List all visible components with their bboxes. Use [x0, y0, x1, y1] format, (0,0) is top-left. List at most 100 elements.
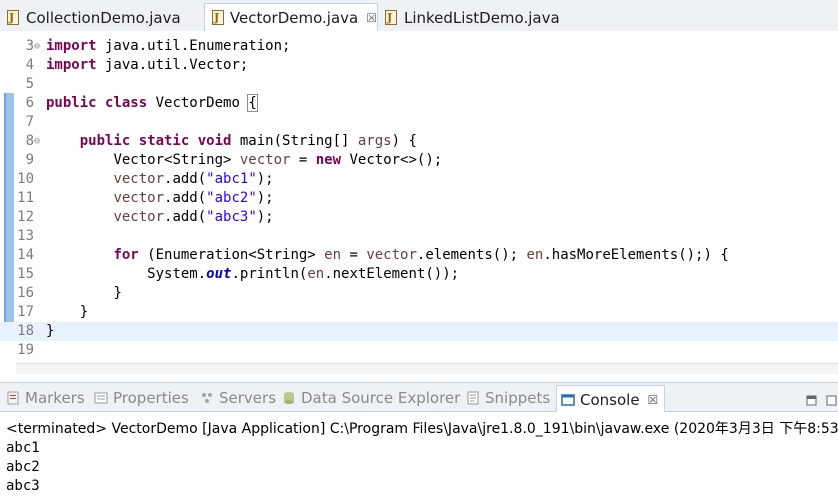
code-line: 9 Vector<String> vector = new Vector<>()… [0, 151, 838, 170]
code-line: 4 import java.util.Vector; [0, 56, 838, 75]
properties-icon [94, 391, 108, 405]
console-output-line: abc1 [6, 440, 40, 456]
tab-label: Markers [25, 389, 85, 407]
code-line: 7 [0, 113, 838, 132]
local-variable: vector [113, 171, 165, 187]
java-file-icon: J [6, 9, 20, 26]
code-line-current: 18 } [0, 322, 838, 341]
code-text: .add( [164, 171, 207, 187]
keyword: import [46, 57, 97, 73]
tab-markers[interactable]: Markers [6, 387, 85, 409]
datasource-icon [282, 391, 296, 405]
code-line: 6 public class VectorDemo { [0, 94, 838, 113]
tab-collectiondemo[interactable]: J CollectionDemo.java [0, 4, 204, 31]
tab-data-source-explorer[interactable]: Data Source Explorer [282, 387, 460, 409]
tab-label: Data Source Explorer [301, 389, 461, 407]
line-number: 19 [17, 342, 34, 358]
java-file-icon: J [211, 9, 224, 26]
code-editor[interactable]: 3 ⊖ import java.util.Enumeration; 4 impo… [0, 31, 838, 374]
code-text: .add( [164, 209, 207, 225]
line-number: 11 [17, 190, 34, 206]
code-line: 13 [0, 227, 838, 246]
line-number: 15 [17, 266, 34, 282]
tab-linkedlistdemo[interactable]: J LinkedListDemo.java [378, 4, 578, 31]
code-text: = [290, 152, 316, 168]
line-number: 13 [17, 228, 34, 244]
code-line: 16 } [0, 284, 838, 303]
code-text: = [341, 247, 367, 263]
maximize-icon[interactable] [826, 391, 837, 406]
code-text: Vector<>(); [341, 152, 443, 168]
code-line: 14 for (Enumeration<String> en = vector.… [0, 246, 838, 265]
static-field: out [206, 266, 232, 282]
code-text: main(String[] [231, 133, 358, 149]
tab-label: Servers [219, 389, 277, 407]
keyword: new [315, 152, 342, 168]
code-line: 3 ⊖ import java.util.Enumeration; [0, 37, 838, 56]
line-number: 8 [25, 133, 34, 149]
line-number: 17 [17, 304, 34, 320]
string-literal: "abc2" [206, 190, 257, 206]
code-text: Vector<String> [113, 152, 240, 168]
string-literal: "abc1" [206, 171, 257, 187]
local-variable: en [526, 247, 544, 263]
code-text: .nextElement()); [324, 266, 460, 282]
tab-label: CollectionDemo.java [26, 8, 181, 27]
code-text: ); [256, 190, 274, 206]
code-text: ); [256, 171, 274, 187]
code-text: .hasMoreElements();) { [543, 247, 729, 263]
servers-icon [200, 391, 214, 405]
line-number: 18 [17, 323, 34, 339]
close-icon[interactable]: ☒ [648, 393, 659, 407]
code-text: } [113, 285, 122, 301]
tab-servers[interactable]: Servers [200, 387, 276, 409]
code-text: ) { [391, 133, 417, 149]
code-line: 15 System.out.println(en.nextElement()); [0, 265, 838, 284]
line-number: 9 [25, 152, 34, 168]
console-output-line: abc2 [6, 459, 40, 475]
console-view[interactable]: <terminated> VectorDemo [Java Applicatio… [0, 412, 838, 501]
line-number: 6 [25, 95, 34, 111]
code-text: .elements(); [416, 247, 527, 263]
line-number: 5 [25, 76, 34, 92]
code-line: 8 ⊖ public static void main(String[] arg… [0, 132, 838, 151]
local-variable: vector [239, 152, 291, 168]
local-variable: en [307, 266, 325, 282]
horizontal-scrollbar[interactable] [16, 363, 838, 374]
fold-collapse-icon[interactable]: ⊖ [34, 132, 40, 151]
editor-tab-bar: J CollectionDemo.java J VectorDemo.java … [0, 0, 838, 32]
tab-console[interactable]: Console ☒ [556, 385, 666, 413]
tab-label: Snippets [485, 389, 551, 407]
line-number: 4 [25, 57, 34, 73]
tab-properties[interactable]: Properties [94, 387, 189, 409]
tab-label: VectorDemo.java [229, 8, 359, 27]
code-text: .add( [164, 190, 207, 206]
keyword: import [46, 38, 97, 54]
code-text: } [79, 304, 89, 320]
local-variable: vector [113, 190, 165, 206]
code-text: System. [147, 266, 207, 282]
line-number: 14 [17, 247, 34, 263]
console-output-line: abc3 [6, 478, 40, 494]
code-text: VectorDemo [147, 95, 249, 111]
line-number: 10 [17, 171, 34, 187]
code-text: } [46, 323, 55, 339]
local-variable: vector [366, 247, 417, 263]
console-status: <terminated> VectorDemo [Java Applicatio… [6, 421, 838, 437]
minimize-icon[interactable] [806, 391, 817, 406]
close-icon[interactable]: ☒ [366, 11, 377, 25]
code-text: java.util.Enumeration; [96, 38, 291, 54]
code-line: 17 } [0, 303, 838, 322]
tab-snippets[interactable]: Snippets [466, 387, 550, 409]
tab-label: LinkedListDemo.java [404, 8, 560, 27]
line-number: 16 [17, 285, 34, 301]
code-line: 11 vector.add("abc2"); [0, 189, 838, 208]
code-line: 19 [0, 341, 838, 360]
tab-label: Console [580, 390, 640, 409]
tab-vectordemo[interactable]: J VectorDemo.java ☒ [204, 3, 378, 31]
keyword: public class [46, 95, 148, 111]
fold-collapse-icon[interactable]: ⊖ [34, 37, 40, 56]
code-text: ); [256, 209, 274, 225]
parameter: args [357, 133, 392, 149]
java-file-icon: J [384, 9, 398, 26]
